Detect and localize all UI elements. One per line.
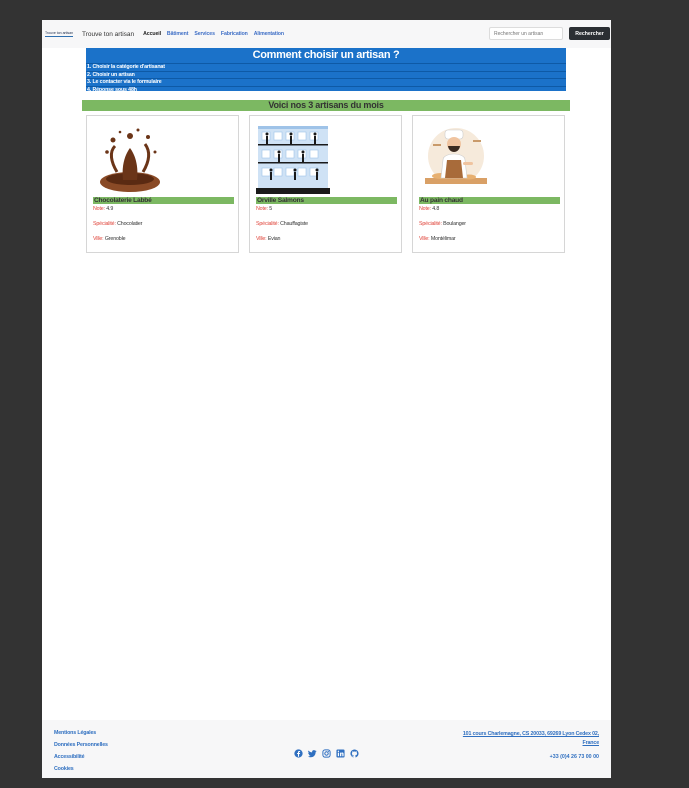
facebook-icon[interactable] — [294, 745, 303, 758]
logo-text: Trouve ton artisan — [45, 31, 74, 35]
artisan-card[interactable]: Orville Salmons Note: 5 Spécialité: Chau… — [249, 115, 402, 253]
site-logo[interactable]: Trouve ton artisan — [45, 28, 75, 40]
search-input[interactable] — [489, 27, 563, 40]
footer-links: Mentions Légales Données Personnelles Ac… — [54, 727, 108, 775]
artisan-ville: Ville: Montélimar — [419, 236, 456, 242]
specialite-value: Chauffagiste — [280, 221, 308, 227]
note-value: 5 — [269, 206, 273, 212]
note-label: Note — [419, 206, 430, 212]
artisan-specialite: Spécialité: Boulanger — [419, 221, 466, 227]
ville-label: Ville — [256, 236, 266, 242]
artisan-name: Chocolaterie Labbé — [93, 197, 234, 204]
main-nav: Accueil Bâtiment Services Fabrication Al… — [143, 31, 290, 37]
artisan-cards: Chocolaterie Labbé Note: 4.9 Spécialité:… — [86, 115, 566, 255]
linkedin-icon[interactable] — [336, 745, 345, 758]
navbar: Trouve ton artisan Trouve ton artisan Ac… — [42, 20, 611, 48]
guide-step: 2. Choisir un artisan — [86, 70, 566, 79]
guide-step: 3. Le contacter via le formulaire — [86, 78, 566, 86]
ville-value: Evian — [267, 236, 281, 242]
artisan-card[interactable]: Au pain chaud Note: 4.8 Spécialité: Boul… — [412, 115, 565, 253]
search-button[interactable]: Rechercher — [569, 27, 610, 40]
note-label: Note — [256, 206, 267, 212]
artisan-name: Orville Salmons — [256, 197, 397, 204]
github-icon[interactable] — [350, 745, 359, 758]
note-value: 4.8 — [432, 206, 440, 212]
footer-link-mentions[interactable]: Mentions Légales — [54, 727, 108, 739]
footer-link-donnees[interactable]: Données Personnelles — [54, 739, 108, 751]
guide-title: Comment choisir un artisan ? — [252, 49, 400, 61]
logo-underline — [45, 36, 73, 37]
address-line-2: France — [582, 740, 600, 746]
guide-step: 1. Choisir la catégorie d'artisanat — [86, 63, 566, 71]
chocolate-splash-image — [93, 122, 167, 194]
specialite-label: Spécialité — [93, 221, 115, 227]
footer-link-accessibilite[interactable]: Accessibilité — [54, 751, 108, 763]
nav-batiment[interactable]: Bâtiment — [167, 31, 189, 37]
specialite-label: Spécialité — [256, 221, 278, 227]
specialite-value: Boulanger — [443, 221, 466, 227]
footer: Mentions Légales Données Personnelles Ac… — [42, 720, 611, 778]
specialite-value: Chocolatier — [117, 221, 143, 227]
twitter-icon[interactable] — [308, 745, 317, 758]
artisan-card[interactable]: Chocolaterie Labbé Note: 4.9 Spécialité:… — [86, 115, 239, 253]
artisan-name: Au pain chaud — [419, 197, 560, 204]
guide-steps: 1. Choisir la catégorie d'artisanat 2. C… — [86, 63, 566, 93]
nav-accueil[interactable]: Accueil — [143, 31, 161, 37]
ville-value: Montélimar — [430, 236, 456, 242]
month-title: Voici nos 3 artisans du mois — [82, 100, 570, 111]
artisan-note: Note: 5 — [256, 206, 273, 212]
instagram-icon[interactable] — [322, 745, 331, 758]
guide-step: 4. Réponse sous 48h — [86, 85, 566, 94]
artisan-note: Note: 4.8 — [419, 206, 440, 212]
artisan-ville: Ville: Evian — [256, 236, 281, 242]
address-line-1: 101 cours Charlemagne, CS 20033, 69269 L… — [462, 731, 599, 737]
nav-fabrication[interactable]: Fabrication — [221, 31, 248, 37]
artisan-ville: Ville: Grenoble — [93, 236, 126, 242]
ville-label: Ville — [93, 236, 103, 242]
specialite-label: Spécialité — [419, 221, 441, 227]
ville-value: Grenoble — [104, 236, 126, 242]
note-value: 4.9 — [106, 206, 114, 212]
nav-services[interactable]: Services — [194, 31, 215, 37]
page: Trouve ton artisan Trouve ton artisan Ac… — [42, 20, 611, 778]
footer-phone[interactable]: +33 (0)4 26 73 00 00 — [550, 754, 599, 760]
footer-link-cookies[interactable]: Cookies — [54, 763, 108, 775]
footer-address[interactable]: 101 cours Charlemagne, CS 20033, 69269 L… — [429, 730, 599, 748]
nav-alimentation[interactable]: Alimentation — [254, 31, 284, 37]
brand-name[interactable]: Trouve ton artisan — [82, 31, 134, 38]
note-label: Note — [93, 206, 104, 212]
social-links — [294, 745, 359, 758]
baker-image — [419, 122, 493, 194]
building-workers-image — [256, 122, 330, 194]
ville-label: Ville — [419, 236, 429, 242]
artisan-specialite: Spécialité: Chauffagiste — [256, 221, 308, 227]
artisan-specialite: Spécialité: Chocolatier — [93, 221, 143, 227]
artisan-note: Note: 4.9 — [93, 206, 114, 212]
guide-box: Comment choisir un artisan ? 1. Choisir … — [86, 48, 566, 93]
